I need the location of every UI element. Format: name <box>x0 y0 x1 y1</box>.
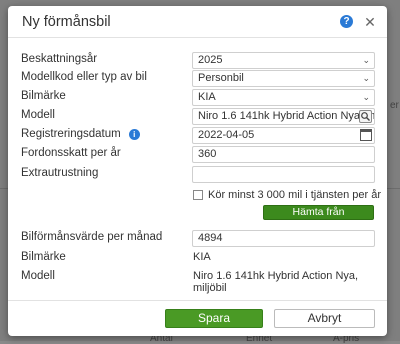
row-model-code: Modellkod eller typ av bil Personbil ⌄ <box>8 70 387 87</box>
model-code-select[interactable]: Personbil ⌄ <box>192 70 375 87</box>
summary-model-value: Niro 1.6 141hk Hybrid Action Nya, miljöb… <box>193 270 359 294</box>
close-icon[interactable]: ✕ <box>363 15 377 29</box>
benefit-value: 4894 <box>198 232 223 244</box>
extra-equipment-label: Extrautrustning <box>21 167 99 179</box>
vehicle-tax-value: 360 <box>198 148 217 160</box>
mileage-checkbox-label: Kör minst 3 000 mil i tjänsten per år <box>208 189 382 201</box>
summary-brand-label: Bilmärke <box>21 251 66 263</box>
help-icon[interactable]: ? <box>340 15 353 28</box>
fetch-from-tax-agency-button[interactable]: Hämta från Skatteverket <box>263 205 374 231</box>
tax-year-label: Beskattningsår <box>21 53 98 65</box>
save-button[interactable]: Spara <box>165 309 263 328</box>
chevron-down-icon: ⌄ <box>362 55 370 65</box>
reg-date-value: 2022-04-05 <box>198 129 255 141</box>
brand-select[interactable]: KIA ⌄ <box>192 89 375 106</box>
row-model: Modell Niro 1.6 141hk Hybrid Action Nya,… <box>8 108 387 125</box>
model-input[interactable]: Niro 1.6 141hk Hybrid Action Nya, miljöb… <box>192 108 375 125</box>
benefit-value-label: Bilförmånsvärde per månad <box>21 231 163 243</box>
search-icon[interactable] <box>359 110 372 123</box>
vehicle-tax-label: Fordonsskatt per år <box>21 147 121 159</box>
model-value: Niro 1.6 141hk Hybrid Action Nya, miljöb… <box>198 110 374 122</box>
extra-equipment-input[interactable] <box>192 166 375 183</box>
row-tax-year: Beskattningsår 2025 ⌄ <box>8 52 387 69</box>
brand-label: Bilmärke <box>21 90 66 102</box>
background-fragment: er <box>390 100 399 111</box>
tax-year-select[interactable]: 2025 ⌄ <box>192 52 375 69</box>
cancel-button[interactable]: Avbryt <box>274 309 375 328</box>
model-label: Modell <box>21 109 55 121</box>
mileage-checkbox-row[interactable]: Kör minst 3 000 mil i tjänsten per år <box>193 189 381 201</box>
model-code-value: Personbil <box>198 72 244 84</box>
dialog-header: Ny förmånsbil ? ✕ <box>8 6 387 38</box>
reg-date-input[interactable]: 2022-04-05 <box>192 127 375 144</box>
dialog-title: Ny förmånsbil <box>22 13 111 30</box>
row-benefit-value: Bilförmånsvärde per månad 4894 <box>8 230 387 247</box>
tax-year-value: 2025 <box>198 54 223 66</box>
reg-date-label-wrap: Registreringsdatum i <box>21 128 140 140</box>
benefit-value-input[interactable]: 4894 <box>192 230 375 247</box>
new-company-car-dialog: Ny förmånsbil ? ✕ Beskattningsår 2025 ⌄ … <box>8 6 387 336</box>
row-extra-equipment: Extrautrustning <box>8 166 387 183</box>
summary-model-label: Modell <box>21 270 55 282</box>
row-vehicle-tax: Fordonsskatt per år 360 <box>8 146 387 163</box>
summary-brand-value: KIA <box>193 251 211 263</box>
mileage-checkbox[interactable] <box>193 190 203 200</box>
calendar-icon[interactable] <box>360 129 372 141</box>
brand-value: KIA <box>198 91 216 103</box>
row-summary-brand: Bilmärke KIA <box>8 250 387 267</box>
vehicle-tax-input[interactable]: 360 <box>192 146 375 163</box>
row-reg-date: Registreringsdatum i 2022-04-05 <box>8 127 387 144</box>
model-code-label: Modellkod eller typ av bil <box>21 71 147 83</box>
info-icon[interactable]: i <box>128 129 140 140</box>
reg-date-label: Registreringsdatum <box>21 128 121 140</box>
chevron-down-icon: ⌄ <box>362 92 370 102</box>
row-summary-model: Modell Niro 1.6 141hk Hybrid Action Nya,… <box>8 269 387 294</box>
chevron-down-icon: ⌄ <box>362 73 370 83</box>
dialog-footer: Spara Avbryt <box>8 300 387 336</box>
row-brand: Bilmärke KIA ⌄ <box>8 89 387 106</box>
